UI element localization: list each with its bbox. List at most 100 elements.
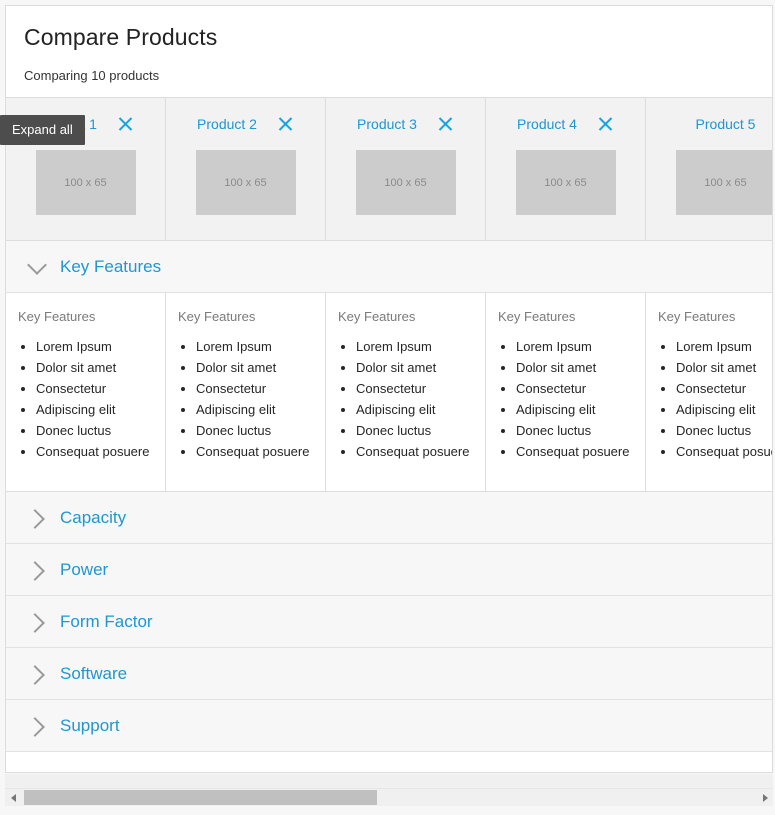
close-icon[interactable]	[597, 116, 614, 133]
list-item: Adipiscing elit	[196, 399, 315, 420]
list-item: Lorem Ipsum	[196, 336, 315, 357]
page-title: Compare Products	[24, 24, 218, 50]
feature-cell: Key FeaturesLorem IpsumDolor sit ametCon…	[486, 293, 646, 492]
list-item: Consequat posuere	[36, 441, 155, 462]
section-label: Software	[60, 663, 128, 683]
product-header: Product 5	[646, 98, 772, 136]
list-item: Lorem Ipsum	[516, 336, 635, 357]
list-item: Adipiscing elit	[516, 399, 635, 420]
product-name-link[interactable]: Product 2	[197, 116, 257, 132]
product-column: Product 4 100 x 65	[486, 98, 646, 241]
close-icon[interactable]	[117, 116, 134, 133]
list-item: Dolor sit amet	[356, 357, 475, 378]
list-item: Dolor sit amet	[676, 357, 772, 378]
list-item: Consectetur	[516, 378, 635, 399]
compare-products-widget: Compare Products Comparing 10 products P…	[5, 5, 773, 773]
comparison-count-label: Comparing 10 products	[24, 68, 160, 84]
feature-list: Lorem IpsumDolor sit ametConsecteturAdip…	[178, 336, 315, 462]
list-item: Dolor sit amet	[36, 357, 155, 378]
product-thumbnail-wrap: 100 x 65	[166, 150, 325, 216]
sections-container: Key FeaturesKey FeaturesLorem IpsumDolor…	[6, 241, 772, 753]
scrollbar-thumb[interactable]	[24, 790, 377, 805]
chevron-right-icon[interactable]	[24, 661, 50, 687]
feature-cell: Key FeaturesLorem IpsumDolor sit ametCon…	[6, 293, 166, 492]
title-block: Compare Products Comparing 10 products	[6, 6, 772, 98]
list-item: Donec luctus	[196, 420, 315, 441]
feature-cell: Key FeaturesLorem IpsumDolor sit ametCon…	[326, 293, 486, 492]
feature-cell: Key FeaturesLorem IpsumDolor sit ametCon…	[166, 293, 326, 492]
section-header-support[interactable]: Support	[6, 700, 772, 753]
list-item: Donec luctus	[676, 420, 772, 441]
product-thumbnail-wrap: 100 x 65	[326, 150, 485, 216]
product-name-link[interactable]: Product 4	[517, 116, 577, 132]
section-header-power[interactable]: Power	[6, 544, 772, 597]
product-thumbnail-wrap: 100 x 65	[646, 150, 772, 216]
list-item: Donec luctus	[36, 420, 155, 441]
feature-cell: Key Features Lorem IpsumDolor sit amet Con…	[646, 293, 772, 491]
list-item: Consequat posuere	[516, 441, 635, 462]
product-column: Product 3 100 x 65	[326, 98, 486, 241]
product-thumbnail: 100 x 65	[675, 150, 772, 216]
list-item: Dolor sit amet	[516, 357, 635, 378]
bottom-filler	[6, 752, 772, 772]
section-label: Key Features	[60, 256, 162, 276]
list-item: Lorem Ipsum	[356, 336, 475, 357]
list-item: Donec luctus	[356, 420, 475, 441]
triangle-right-icon[interactable]	[756, 789, 773, 806]
close-icon[interactable]	[277, 116, 294, 133]
section-label: Power	[60, 559, 109, 579]
product-header: Product 2	[166, 98, 325, 136]
list-item: Adipiscing elit	[36, 399, 155, 420]
product-thumbnail: 100 x 65	[195, 150, 296, 216]
expand-all-label: Expand all	[12, 122, 73, 137]
list-item: Dolor sit amet	[196, 357, 315, 378]
product-thumbnail: 100 x 65	[515, 150, 616, 216]
triangle-left-icon[interactable]	[5, 789, 22, 806]
feature-cell-heading: Key Features	[178, 309, 256, 325]
section-header-software[interactable]: Software	[6, 648, 772, 701]
list-item: Consectetur	[356, 378, 475, 399]
list-item: Consequat posuere	[676, 441, 772, 462]
product-name-link[interactable]: Product 5	[696, 116, 756, 132]
chevron-down-icon[interactable]	[24, 254, 50, 280]
section-header-key-features[interactable]: Key Features	[6, 241, 772, 294]
feature-cell-heading: Key Features	[498, 309, 576, 325]
feature-list: Lorem IpsumDolor sit ametConsecteturAdip…	[498, 336, 635, 462]
product-thumbnail: 100 x 65	[35, 150, 136, 216]
chevron-right-icon[interactable]	[24, 505, 50, 531]
close-icon[interactable]	[437, 116, 454, 133]
horizontal-scrollbar[interactable]	[5, 788, 773, 806]
feature-cell-heading: Key Features	[338, 309, 416, 325]
section-label: Capacity	[60, 507, 127, 527]
chevron-right-icon[interactable]	[24, 557, 50, 583]
chevron-right-icon[interactable]	[24, 713, 50, 739]
list-item: Consectetur	[36, 378, 155, 399]
chevron-right-icon[interactable]	[24, 609, 50, 635]
list-item: Adipiscing elit	[356, 399, 475, 420]
list-item: Lorem Ipsum	[676, 336, 772, 357]
section-label: Form Factor	[60, 611, 153, 631]
product-column: Product 2 100 x 65	[166, 98, 326, 241]
scroll-gap	[5, 774, 773, 788]
expand-all-tooltip[interactable]: Expand all	[0, 115, 85, 145]
product-thumbnail-wrap: 100 x 65	[6, 150, 165, 216]
product-thumbnail-wrap: 100 x 65	[486, 150, 645, 216]
product-column: Product 5 100 x 65	[646, 98, 772, 241]
feature-cell-heading: Key Features	[18, 309, 96, 325]
product-header: Product 4	[486, 98, 645, 136]
product-name-link[interactable]: Product 3	[357, 116, 417, 132]
list-item: Consequat posuere	[356, 441, 475, 462]
section-header-form-factor[interactable]: Form Factor	[6, 596, 772, 649]
feature-list: Lorem IpsumDolor sit ametConsecteturAdip…	[18, 336, 155, 462]
list-item: Lorem Ipsum	[36, 336, 155, 357]
list-item: Consequat posuere	[196, 441, 315, 462]
section-header-capacity[interactable]: Capacity	[6, 492, 772, 545]
product-header: Product 3	[326, 98, 485, 136]
list-item: Adipiscing elit	[676, 399, 772, 420]
product-thumbnail: 100 x 65	[355, 150, 456, 216]
feature-cell-heading: Key Features	[658, 309, 736, 325]
list-item: Consectetur	[196, 378, 315, 399]
section-body: Key FeaturesLorem IpsumDolor sit ametCon…	[6, 293, 772, 493]
products-header-strip: Product 1100 x 65Product 2100 x 65Produc…	[6, 97, 772, 242]
list-item: Donec luctus	[516, 420, 635, 441]
